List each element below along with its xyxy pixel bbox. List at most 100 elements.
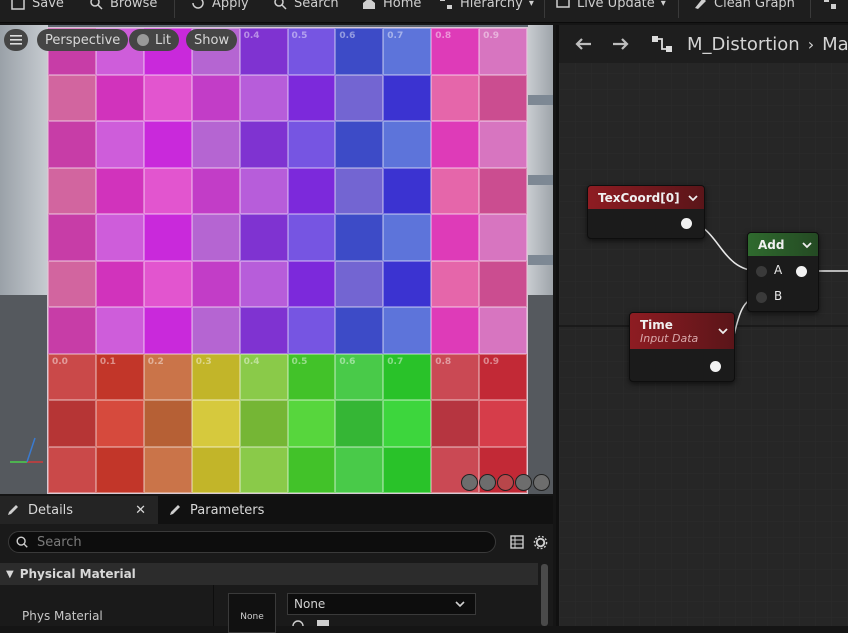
uv-grid-cell: [95, 214, 144, 261]
plane-shape-button[interactable]: [497, 474, 514, 491]
sphere-shape-button[interactable]: [479, 474, 496, 491]
preview-shape-bar: [461, 474, 551, 492]
search-label: Search: [294, 0, 339, 11]
folder-icon[interactable]: [316, 619, 330, 626]
browse-button[interactable]: Browse: [88, 0, 157, 14]
viewport-menu-button[interactable]: [4, 29, 28, 51]
clean-graph-button[interactable]: Clean Graph: [692, 0, 795, 14]
preview-plane: 0.00.10.20.30.40.50.60.70.80.90.00.10.20…: [48, 28, 527, 493]
breadcrumb-current[interactable]: M_Distortion: [687, 34, 800, 55]
hierarchy-label: Hierarchy: [460, 0, 523, 11]
texcoord-node[interactable]: TexCoord[0]: [587, 185, 705, 239]
add-input-pin-b[interactable]: [756, 292, 767, 303]
uv-grid-cell: [143, 74, 192, 121]
live-update-button[interactable]: Live Update ▾: [555, 0, 666, 14]
back-arrow-icon[interactable]: [573, 36, 593, 52]
uv-grid-cell: 0.8: [431, 28, 480, 75]
uv-grid-cell: [191, 214, 240, 261]
uv-grid-label: 0.4: [243, 356, 260, 367]
uv-grid-cell: [431, 307, 480, 354]
grid-view-icon[interactable]: [510, 535, 524, 549]
details-panel: Details ✕ Parameters Search ▼ Physical M…: [0, 496, 553, 633]
uv-grid-cell: [95, 121, 144, 168]
lit-label: Lit: [155, 32, 171, 48]
uv-grid-label: 0.8: [435, 356, 452, 367]
cylinder-shape-button[interactable]: [461, 474, 478, 491]
time-node-header[interactable]: Time Input Data: [630, 313, 734, 349]
chevron-down-icon[interactable]: [802, 241, 812, 249]
phys-material-dropdown[interactable]: None: [287, 593, 476, 615]
pencil-icon: [170, 505, 180, 515]
uv-grid-cell: [95, 167, 144, 214]
uv-grid-cell: [479, 260, 527, 307]
toolbar-separator: [174, 0, 175, 18]
forward-arrow-icon[interactable]: [611, 36, 631, 52]
cube-shape-button[interactable]: [515, 474, 532, 491]
details-tab-bar: Details ✕ Parameters: [0, 496, 553, 524]
preview-viewport[interactable]: 0.00.10.20.30.40.50.60.70.80.90.00.10.20…: [0, 25, 553, 494]
texcoord-output-pin[interactable]: [681, 218, 692, 229]
uv-grid-cell: [335, 307, 384, 354]
uv-grid-cell: [191, 307, 240, 354]
add-node-header[interactable]: Add: [748, 233, 818, 256]
time-node[interactable]: Time Input Data: [629, 312, 735, 382]
column-divider[interactable]: [213, 585, 214, 626]
add-output-pin[interactable]: [796, 266, 807, 277]
breadcrumb-next[interactable]: Ma: [822, 34, 848, 55]
uv-grid-cell: [48, 214, 96, 261]
add-pin-a-label: A: [774, 263, 783, 277]
tab-parameters[interactable]: Parameters: [162, 496, 302, 524]
perspective-button[interactable]: Perspective: [37, 29, 129, 51]
browse-asset-icon[interactable]: [292, 620, 304, 626]
uv-grid-cell: [239, 446, 288, 493]
uv-grid-cell: [191, 167, 240, 214]
details-scrollbar[interactable]: [541, 564, 548, 626]
tab-details[interactable]: Details ✕: [0, 496, 158, 524]
save-button[interactable]: Save: [10, 0, 64, 14]
uv-grid-cell: [191, 260, 240, 307]
details-search-input[interactable]: Search: [8, 531, 496, 553]
tab-parameters-label: Parameters: [190, 502, 265, 518]
uv-grid-cell: [48, 400, 96, 447]
add-node[interactable]: Add A B: [747, 232, 819, 312]
graph-breadcrumb-bar: M_Distortion › Ma: [559, 25, 848, 63]
physical-material-section-header[interactable]: ▼ Physical Material: [0, 563, 538, 585]
time-output-pin[interactable]: [710, 361, 721, 372]
uv-grid-cell: [431, 74, 480, 121]
hierarchy-button[interactable]: Hierarchy ▾: [438, 0, 534, 14]
close-icon[interactable]: ✕: [135, 503, 146, 518]
home-button[interactable]: Home: [361, 0, 421, 14]
uv-grid-cell: [479, 307, 527, 354]
lit-button[interactable]: Lit: [129, 29, 179, 51]
uv-grid-cell: [95, 74, 144, 121]
time-node-subtitle: Input Data: [640, 331, 699, 345]
material-graph[interactable]: M_Distortion › Ma TexCoord[0] Add A B Ti…: [556, 25, 848, 626]
uv-grid-cell: 0.0: [48, 353, 96, 400]
uv-grid-label: 0.3: [195, 356, 212, 367]
uv-grid-label: 0.9: [483, 356, 500, 367]
uv-grid-cell: [287, 446, 336, 493]
chevron-down-icon[interactable]: [718, 327, 728, 335]
show-button[interactable]: Show: [186, 29, 238, 51]
phys-material-label: Phys Material: [22, 609, 103, 623]
uv-grid-cell: 0.2: [143, 353, 192, 400]
gear-icon[interactable]: [533, 535, 548, 550]
uv-grid-cell: [143, 400, 192, 447]
apply-icon: [192, 0, 204, 9]
search-button[interactable]: Search: [272, 0, 339, 14]
chevron-down-icon[interactable]: [688, 194, 698, 202]
overflow-button[interactable]: [822, 0, 838, 14]
phys-material-thumbnail[interactable]: None: [228, 593, 276, 633]
uv-grid-cell: [239, 307, 288, 354]
uv-grid-cell: [335, 446, 384, 493]
apply-button[interactable]: Apply: [190, 0, 249, 14]
uv-grid-cell: 0.7: [383, 353, 432, 400]
add-input-pin-a[interactable]: [756, 266, 767, 277]
uv-grid-label: 0.4: [243, 31, 260, 41]
custom-mesh-button[interactable]: [533, 474, 550, 491]
uv-grid-cell: 0.7: [383, 28, 432, 75]
texcoord-node-header[interactable]: TexCoord[0]: [588, 186, 704, 209]
uv-grid-label: 0.6: [339, 356, 356, 367]
axis-gizmo-icon: [10, 437, 43, 463]
add-pin-b-label: B: [774, 289, 783, 303]
